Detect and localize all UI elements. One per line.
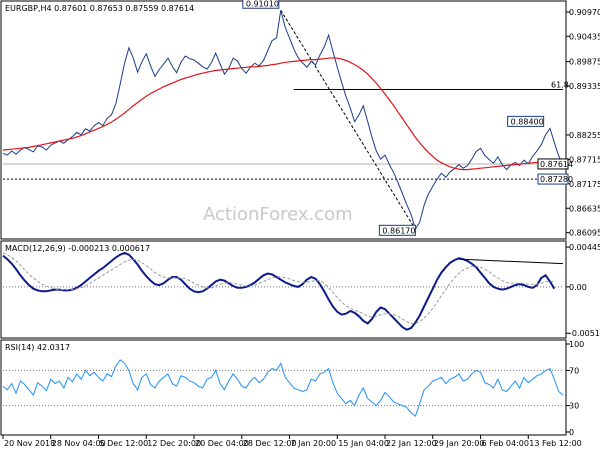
x-tick-label: 15 Jan 04:00 <box>338 439 389 448</box>
main-ytick-label: 0.90970 <box>569 8 600 17</box>
main-ytick-label: 0.87175 <box>569 180 600 189</box>
x-tick-label: 13 Feb 12:00 <box>529 439 581 448</box>
rsi-ytick-label: 0 <box>569 428 574 437</box>
x-tick-label: 20 Dec 04:00 <box>195 439 249 448</box>
main-ytick-label: 0.90435 <box>569 32 600 41</box>
macd-panel <box>0 240 567 339</box>
price-annotation-label: 0.91010 <box>246 0 279 8</box>
main-ytick-label: 0.89875 <box>569 58 600 67</box>
x-tick-label: 5 Dec 12:00 <box>100 439 149 448</box>
rsi-panel <box>0 339 567 436</box>
main-header: EURGBP,H4 0.87601 0.87653 0.87559 0.8761… <box>5 4 194 13</box>
x-tick-label: 20 Nov 2018 <box>4 439 55 448</box>
main-ytick-label: 0.86635 <box>569 204 600 213</box>
macd-ytick-label: 0.004457 <box>569 243 600 252</box>
macd-ytick-label: 0.00 <box>569 283 587 292</box>
current-price-label: 0.87614 <box>540 160 573 169</box>
rsi-header: RSI(14) 42.0317 <box>5 343 70 352</box>
x-tick-label: 6 Feb 04:00 <box>482 439 529 448</box>
x-tick-label: 28 Nov 04:00 <box>52 439 106 448</box>
watermark: ActionForex.com <box>203 204 353 225</box>
x-tick-label: 12 Dec 20:00 <box>147 439 201 448</box>
main-ytick-label: 0.88255 <box>569 131 600 140</box>
main-ytick-label: 0.89335 <box>569 82 600 91</box>
rsi-ytick-label: 70 <box>569 366 579 375</box>
x-tick-label: 29 Jan 20:00 <box>434 439 485 448</box>
x-tick-label: 7 Jan 20:00 <box>291 439 337 448</box>
x-tick-label: 22 Jan 12:00 <box>386 439 437 448</box>
price-annotation-label: 0.88400 <box>511 117 544 126</box>
main-ytick-label: 0.87715 <box>569 155 600 164</box>
macd-ytick-label: -0.005187 <box>569 329 600 338</box>
fib-618-label: 61.8 <box>551 80 569 89</box>
forex-chart: ActionForex.com 61.8 0.91010 0.86170 0.884… <box>0 0 600 448</box>
rsi-ytick-label: 100 <box>569 340 584 349</box>
x-tick-label: 28 Dec 12:00 <box>243 439 297 448</box>
rsi-ytick-label: 30 <box>569 402 579 411</box>
support-label: 0.87280 <box>540 175 573 184</box>
macd-header: MACD(12,26,9) -0.000213 0.000617 <box>5 244 150 253</box>
main-ytick-label: 0.86095 <box>569 229 600 238</box>
price-annotation-label: 0.86170 <box>382 226 415 235</box>
